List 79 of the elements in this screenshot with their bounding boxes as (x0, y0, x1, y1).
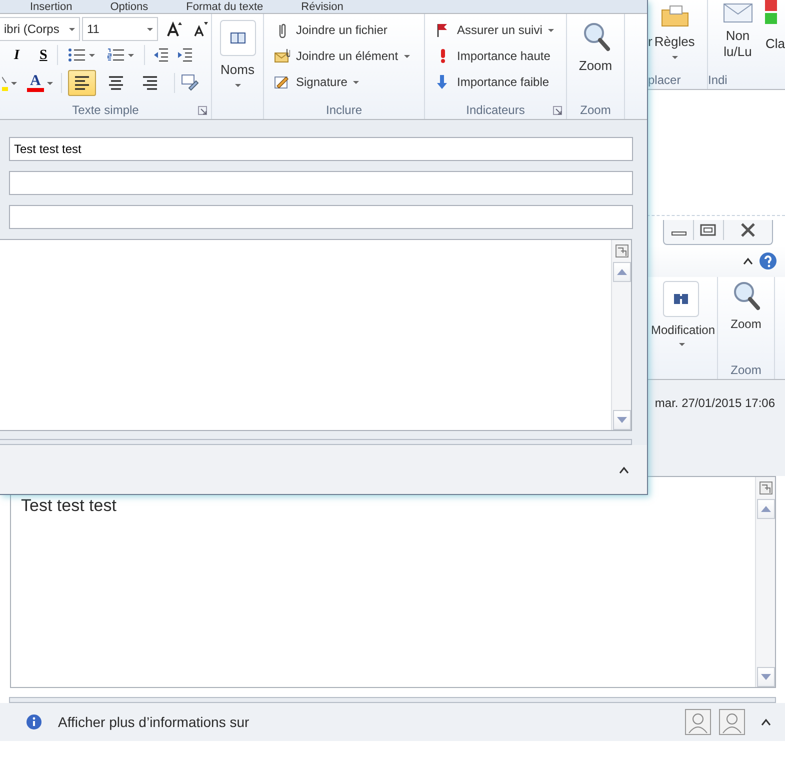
group-label: Zoom (580, 103, 611, 118)
group-label: Texte simple (72, 103, 139, 118)
edit-button[interactable]: Modification (648, 277, 717, 350)
read-button[interactable]: Non lu/Lu (716, 0, 760, 64)
align-right-icon (140, 75, 159, 91)
group-label: placer (648, 72, 682, 89)
scroll-up-button[interactable] (612, 262, 630, 282)
bullets-button[interactable] (66, 46, 98, 64)
scroll-up-button[interactable] (756, 499, 774, 519)
attach-file-button[interactable]: Joindre un fichier (268, 17, 424, 43)
person-icon[interactable] (719, 709, 745, 735)
italic-button[interactable]: I (12, 42, 22, 68)
date-text: mar. 27/01/2015 17:06 (654, 395, 775, 412)
up-arrow-icon (616, 269, 626, 275)
underline-button[interactable]: S (37, 42, 50, 68)
scroll-down-button[interactable] (612, 410, 630, 430)
signature-button[interactable]: Signature (268, 69, 424, 95)
minimize-icon (671, 232, 686, 236)
low-importance-button[interactable]: Importance faible (429, 69, 566, 95)
input-field[interactable] (9, 171, 633, 195)
address-book-icon (220, 20, 256, 56)
shrink-font-icon[interactable] (192, 21, 208, 37)
zoom-button[interactable]: Zoom (718, 277, 774, 337)
ribbon-tab[interactable]: Insertion (18, 0, 84, 13)
pen-icon (274, 74, 290, 90)
numbered-list-icon (107, 48, 126, 62)
subject-field[interactable]: Test test test (9, 137, 633, 161)
help-icon[interactable] (759, 252, 777, 270)
rules-button[interactable]: Règles (652, 4, 697, 62)
category-icon (765, 0, 778, 24)
group-label: Indi (708, 72, 728, 89)
bullet-list-icon (68, 48, 86, 62)
resize-icon[interactable] (758, 481, 772, 495)
align-center-icon (106, 75, 125, 91)
ribbon-tab[interactable]: Révision (289, 0, 356, 13)
info-icon (26, 714, 42, 730)
folder-icon (660, 4, 690, 28)
ribbon-tab[interactable]: Options (98, 0, 160, 13)
grow-font-icon[interactable] (166, 21, 182, 37)
font-size-field[interactable]: 11 (82, 17, 158, 41)
magnifier-icon (582, 22, 610, 52)
exclamation-icon (441, 48, 445, 64)
align-left-button[interactable] (68, 70, 96, 96)
highlighter-icon (2, 75, 8, 91)
group-label: Inclure (326, 103, 362, 118)
resize-icon[interactable] (614, 244, 628, 258)
up-arrow-icon (760, 506, 770, 512)
decrease-indent-icon[interactable] (153, 48, 170, 62)
person-icon[interactable] (685, 709, 711, 735)
group-label: Zoom (730, 362, 762, 379)
increase-indent-icon[interactable] (177, 48, 194, 62)
envelope-clip-icon (274, 48, 290, 64)
zoom-button[interactable]: Zoom (567, 14, 624, 80)
input-field[interactable] (9, 205, 633, 229)
high-importance-button[interactable]: Importance haute (429, 43, 566, 69)
group-label: Indicateurs (466, 103, 525, 118)
font-color-button[interactable]: A (25, 72, 55, 94)
expand-icon[interactable] (619, 466, 629, 474)
expand-icon[interactable] (761, 718, 771, 726)
launcher-icon[interactable] (553, 106, 562, 115)
names-button[interactable]: Noms (212, 14, 263, 90)
styles-icon[interactable] (180, 74, 199, 92)
close-icon (740, 222, 756, 238)
button-label[interactable]: Cla (765, 34, 785, 54)
magnifier-icon (732, 281, 760, 311)
maximize-icon (700, 224, 716, 236)
down-arrow-icon (760, 674, 770, 680)
follow-up-button[interactable]: Assurer un suivi (429, 17, 566, 43)
ribbon-tab[interactable]: Format du texte (174, 0, 276, 13)
launcher-icon[interactable] (198, 106, 207, 115)
scroll-down-button[interactable] (756, 667, 774, 687)
collapse-icon[interactable] (743, 257, 753, 265)
binoculars-icon (663, 281, 699, 317)
font-name-field[interactable]: ibri (Corps (0, 17, 80, 41)
attach-item-button[interactable]: Joindre un élément (268, 43, 424, 69)
message-body: Test test test (20, 495, 118, 517)
button-label[interactable]: r (648, 32, 652, 52)
down-arrow-icon (616, 417, 626, 423)
align-left-icon (72, 75, 91, 91)
